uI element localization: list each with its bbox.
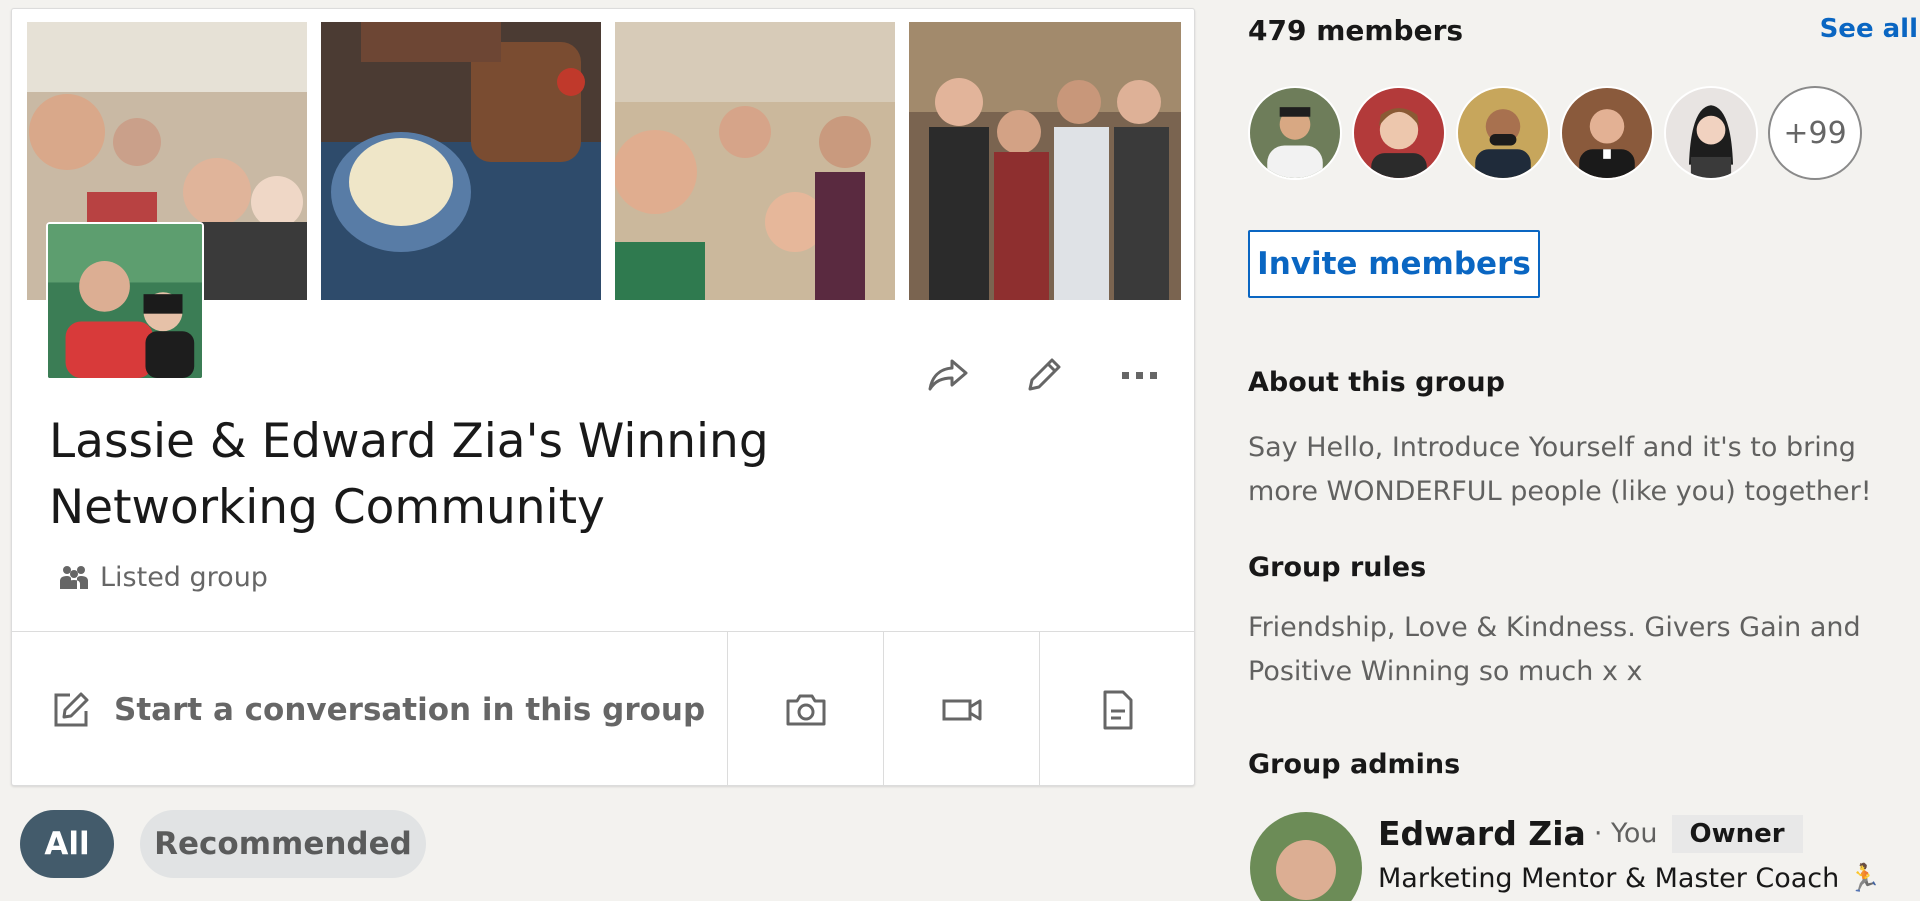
group-header-card: Lassie & Edward Zia's Winning Networking…	[11, 8, 1195, 786]
invite-members-button[interactable]: Invite members	[1248, 230, 1540, 298]
rules-heading: Group rules	[1248, 552, 1427, 583]
avatar[interactable]	[1250, 812, 1362, 901]
admin-you-label: · You	[1593, 818, 1658, 849]
group-sidebar: 479 members See all +99 Invite members A…	[1248, 0, 1920, 901]
cover-photo-4	[909, 22, 1181, 300]
start-conversation-label: Start a conversation in this group	[114, 691, 706, 728]
admins-heading: Group admins	[1248, 749, 1461, 780]
cover-photo-3	[615, 22, 895, 300]
more-members-button[interactable]: +99	[1768, 86, 1862, 180]
group-title: Lassie & Edward Zia's Winning Networking…	[49, 414, 769, 535]
group-people-icon	[60, 566, 88, 589]
feed-filter-pills: All Recommended	[20, 810, 426, 878]
document-icon	[1103, 690, 1133, 729]
see-all-members-link[interactable]: See all	[1820, 14, 1918, 44]
admin-name-row: Edward Zia · You Owner	[1378, 814, 1803, 853]
add-photo-button[interactable]	[728, 632, 884, 785]
member-avatar[interactable]	[1664, 86, 1758, 180]
start-conversation-button[interactable]: Start a conversation in this group	[12, 632, 728, 785]
member-avatar[interactable]	[1560, 86, 1654, 180]
admin-name[interactable]: Edward Zia	[1378, 814, 1586, 853]
add-document-button[interactable]	[1040, 632, 1194, 785]
members-count: 479 members	[1248, 14, 1464, 47]
owner-badge: Owner	[1671, 814, 1803, 853]
admin-headline: Marketing Mentor & Master Coach 🏃	[1378, 863, 1882, 894]
video-icon	[942, 699, 981, 720]
member-avatar[interactable]	[1456, 86, 1550, 180]
about-heading: About this group	[1248, 367, 1505, 398]
add-video-button[interactable]	[884, 632, 1040, 785]
group-type-label: Listed group	[100, 561, 268, 593]
member-avatar[interactable]	[1352, 86, 1446, 180]
cover-photo-2	[321, 22, 601, 300]
group-actions	[922, 349, 1166, 401]
member-avatar[interactable]	[1248, 86, 1342, 180]
camera-icon	[786, 694, 825, 725]
compose-icon	[54, 692, 89, 726]
filter-all-pill[interactable]: All	[20, 810, 114, 878]
filter-recommended-pill[interactable]: Recommended	[140, 810, 426, 878]
member-avatars: +99	[1248, 86, 1862, 180]
about-text: Say Hello, Introduce Yourself and it's t…	[1248, 432, 1872, 507]
post-composer: Start a conversation in this group	[12, 631, 1194, 785]
group-visibility: Listed group	[58, 561, 268, 593]
pencil-icon[interactable]	[1018, 349, 1070, 401]
share-icon[interactable]	[922, 349, 974, 401]
more-dots-icon[interactable]	[1114, 349, 1166, 401]
rules-text: Friendship, Love & Kindness. Givers Gain…	[1248, 612, 1861, 687]
admin-entry[interactable]: Edward Zia · You Owner Marketing Mentor …	[1248, 808, 1920, 901]
group-logo	[46, 222, 204, 380]
